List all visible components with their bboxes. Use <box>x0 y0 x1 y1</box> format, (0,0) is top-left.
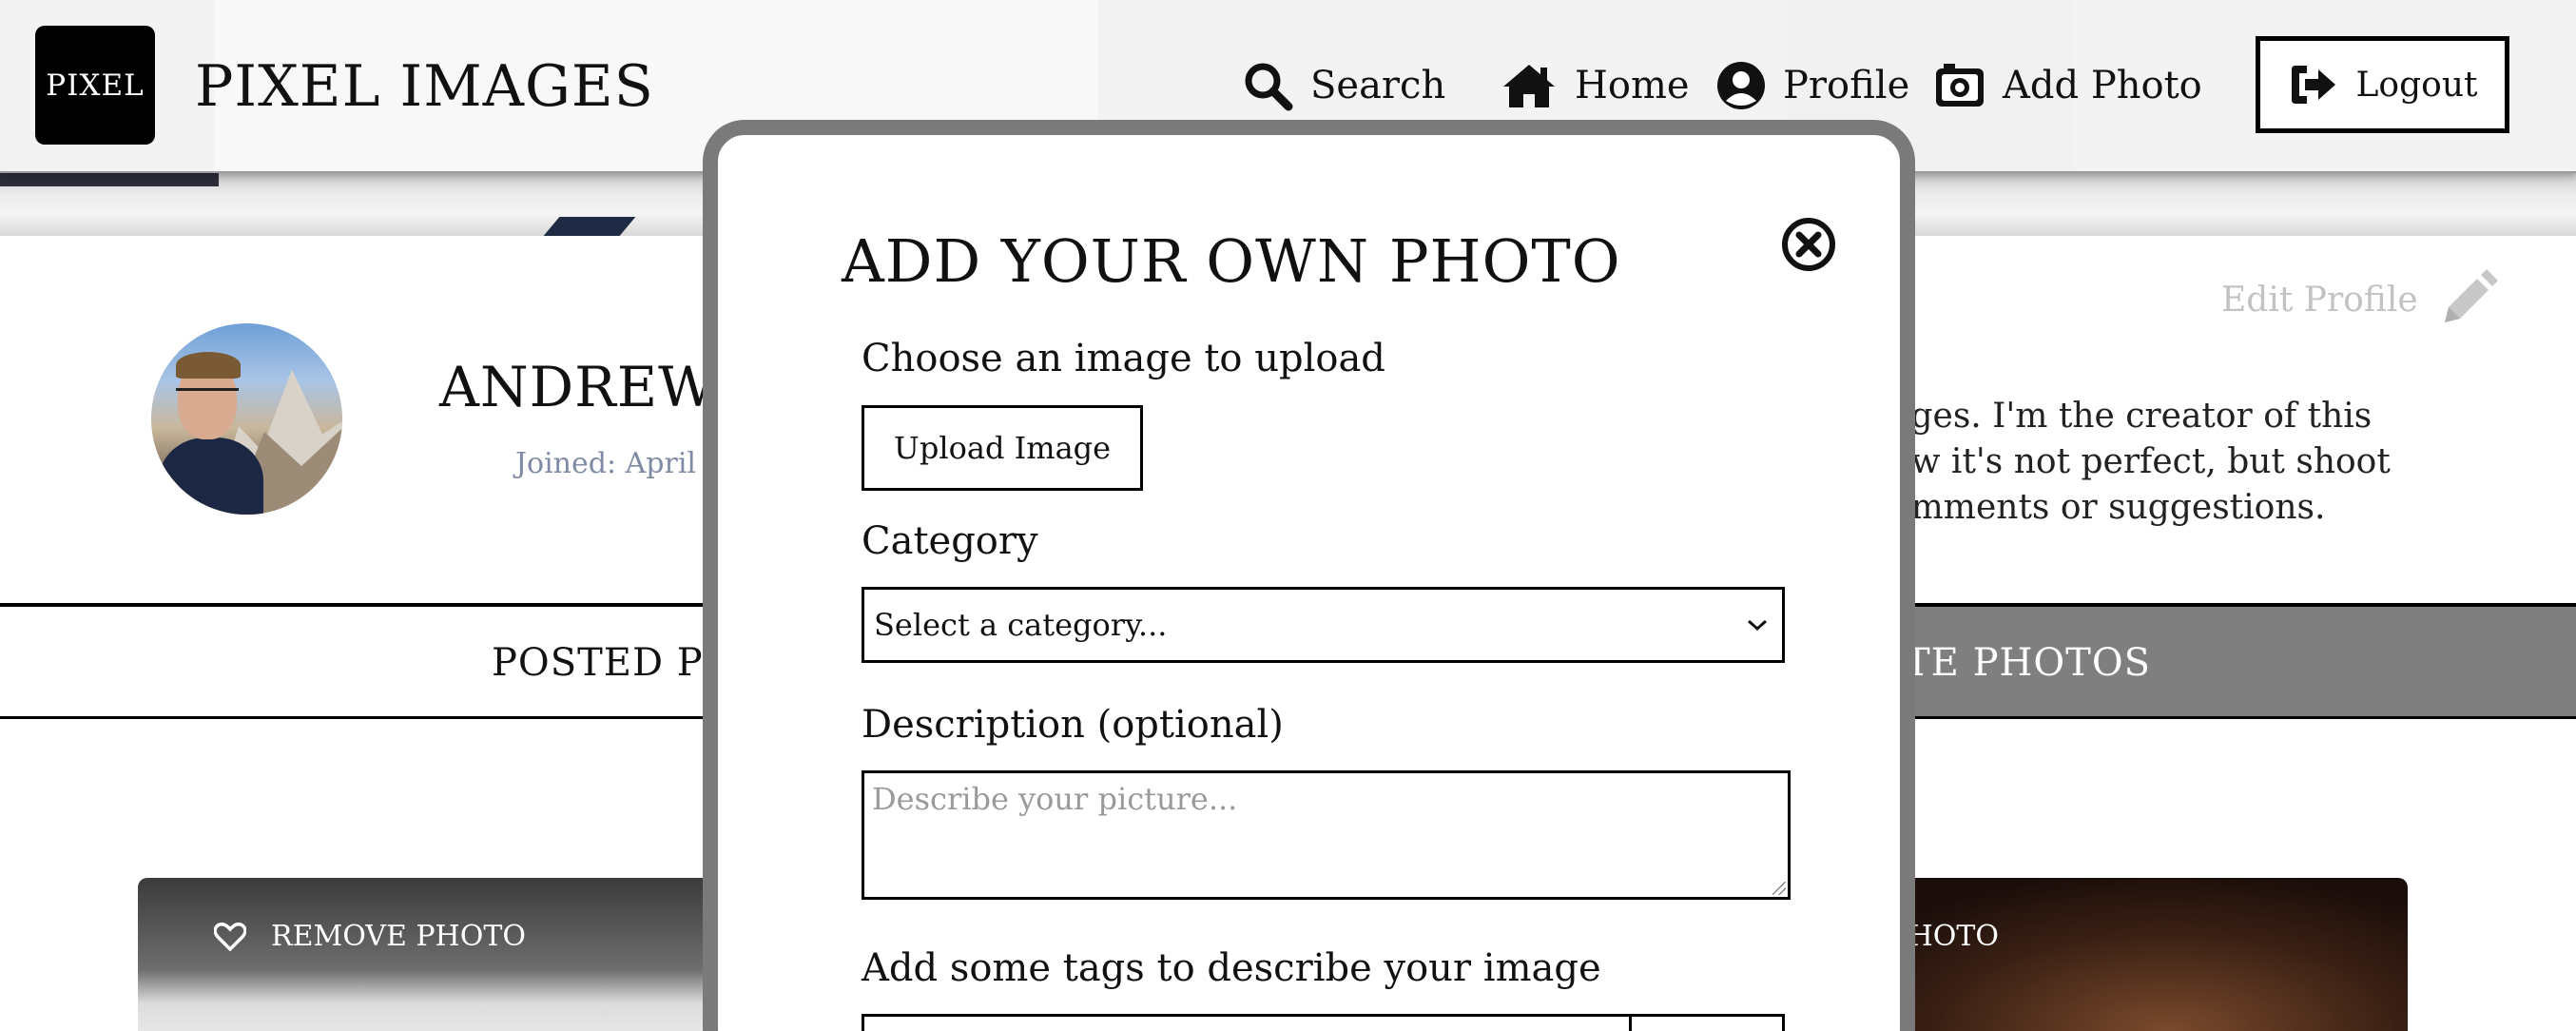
sign-out-icon <box>2291 66 2335 104</box>
upload-image-button[interactable]: Upload Image <box>862 405 1143 491</box>
nav-profile[interactable]: Profile <box>1716 57 1909 114</box>
search-icon <box>1245 63 1293 111</box>
description-placeholder: Describe your picture... <box>872 781 1238 817</box>
bio-line: ow it's not perfect, but shoot <box>1890 442 2391 481</box>
edit-profile-label: Edit Profile <box>2221 280 2418 320</box>
resize-handle[interactable] <box>1772 882 1786 895</box>
pencil-icon <box>2444 269 2498 322</box>
photo-card: REMOVE PHOTO <box>138 878 765 1031</box>
user-circle-icon <box>1717 62 1765 109</box>
add-photo-modal: ADD YOUR OWN PHOTO Choose an image to up… <box>703 120 1915 1031</box>
nav-add-photo-label: Add Photo <box>2003 64 2202 107</box>
nav-search[interactable]: Search <box>1242 57 1445 114</box>
profile-name: ANDREW <box>439 355 716 419</box>
avatar <box>151 323 342 515</box>
tags-label: Add some tags to describe your image <box>862 946 1601 990</box>
upload-label: Choose an image to upload <box>862 337 1385 380</box>
site-logo[interactable]: PIXEL <box>35 26 155 145</box>
nav-search-label: Search <box>1310 64 1446 107</box>
remove-photo-label: REMOVE PHOTO <box>271 920 526 953</box>
tags-input[interactable] <box>862 1014 1632 1031</box>
description-textarea[interactable]: Describe your picture... <box>862 770 1791 900</box>
close-icon[interactable] <box>1780 216 1837 273</box>
edit-profile-link[interactable]: Edit Profile <box>2221 269 2498 330</box>
chevron-down-icon <box>1748 619 1767 632</box>
category-label: Category <box>862 519 1038 563</box>
logo-text: PIXEL <box>46 68 145 103</box>
heart-icon <box>214 922 246 951</box>
nav-home-label: Home <box>1575 64 1690 107</box>
logout-label: Logout <box>2355 65 2478 105</box>
nav-profile-label: Profile <box>1783 64 1910 107</box>
logout-button[interactable]: Logout <box>2256 36 2509 133</box>
remove-photo-button[interactable]: REMOVE PHOTO <box>214 920 526 953</box>
modal-title: ADD YOUR OWN PHOTO <box>842 226 1621 296</box>
home-icon <box>1503 65 1555 107</box>
site-title[interactable]: PIXEL IMAGES <box>195 53 654 120</box>
add-tag-button[interactable] <box>1629 1014 1785 1031</box>
description-label: Description (optional) <box>862 703 1284 747</box>
category-select[interactable]: Select a category... <box>862 587 1785 663</box>
bio-line: omments or suggestions. <box>1890 488 2326 527</box>
nav-home[interactable]: Home <box>1501 57 1690 114</box>
camera-icon <box>1936 64 1984 107</box>
tab-favourites-label: TE PHOTOS <box>1905 641 2152 685</box>
category-selected-value: Select a category... <box>874 607 1168 643</box>
bio-line: ages. I'm the creator of this <box>1890 397 2373 436</box>
nav-add-photo[interactable]: Add Photo <box>1934 57 2202 114</box>
profile-bio: ages. I'm the creator of this ow it's no… <box>1890 394 2391 531</box>
